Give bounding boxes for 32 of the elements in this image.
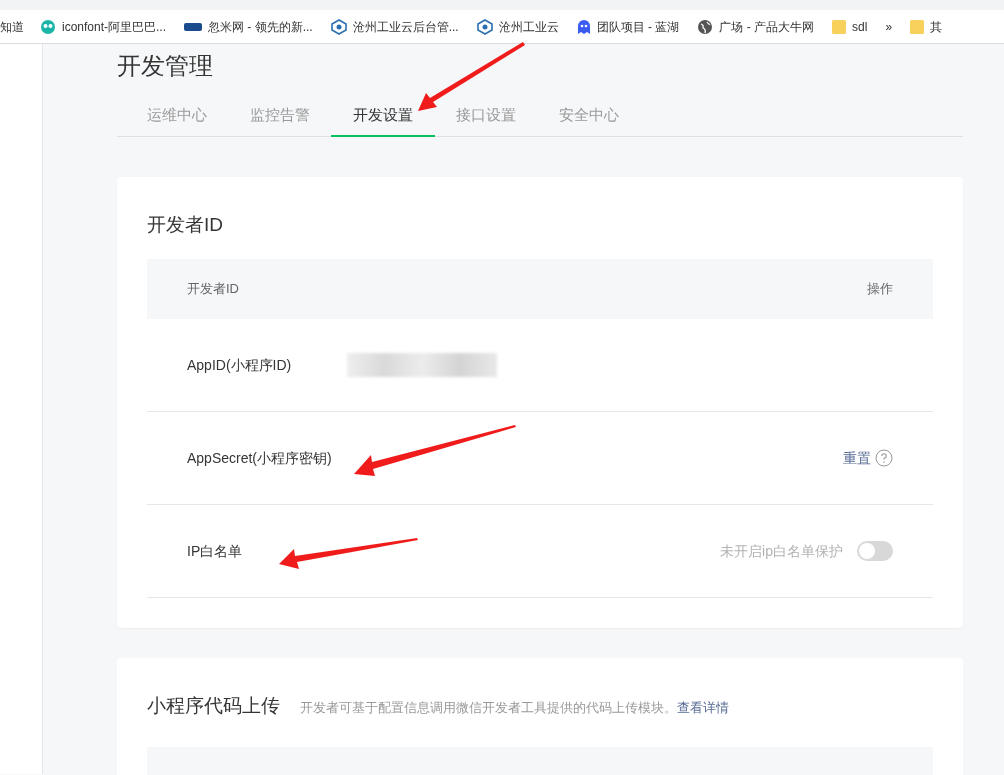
section-description: 开发者可基于配置信息调用微信开发者工具提供的代码上传模块。 (300, 700, 677, 715)
column-header: 开发者ID (187, 280, 239, 299)
globe-icon (697, 18, 714, 35)
bookmark[interactable]: 沧州工业云后台管... (352, 17, 459, 36)
folder-icon (832, 18, 847, 35)
bookmark[interactable]: 广场 - 产品大牛网 (719, 17, 815, 36)
toggle-switch[interactable] (857, 541, 893, 561)
details-link[interactable]: 查看详情 (677, 700, 729, 715)
column-header: 操作 (867, 280, 893, 299)
bookmark[interactable]: » (885, 17, 893, 36)
bookmark[interactable]: 沧州工业云 (498, 17, 559, 36)
row-label: AppID(小程序ID) (187, 355, 293, 375)
bookmark[interactable]: sdl (852, 17, 868, 36)
row-label: AppSecret(小程序密钥) (187, 448, 333, 468)
section-title: 小程序代码上传 (147, 694, 280, 718)
bookmark[interactable]: 忽米网 - 领先的新... (208, 17, 313, 36)
logo-icon (184, 20, 203, 33)
row-label: IP白名单 (187, 541, 244, 561)
help-icon[interactable] (875, 449, 893, 467)
page-title: 开发管理 (117, 51, 213, 81)
bookmark[interactable]: iconfont-阿里巴巴... (62, 17, 167, 36)
cloud-icon (330, 18, 347, 35)
mascot-icon (40, 18, 56, 35)
toggle-label: 未开启ip白名单保护 (720, 541, 843, 561)
reset-link[interactable]: 重置 (843, 447, 871, 469)
section-title: 开发者ID (147, 213, 224, 237)
cloud-icon (476, 18, 493, 35)
bookmark[interactable]: 其 (930, 17, 943, 36)
folder-icon (910, 18, 925, 35)
bookmark[interactable]: 团队项目 - 蓝湖 (596, 17, 680, 36)
ghost-icon (576, 18, 591, 35)
bookmark[interactable]: 知道 (0, 17, 24, 36)
